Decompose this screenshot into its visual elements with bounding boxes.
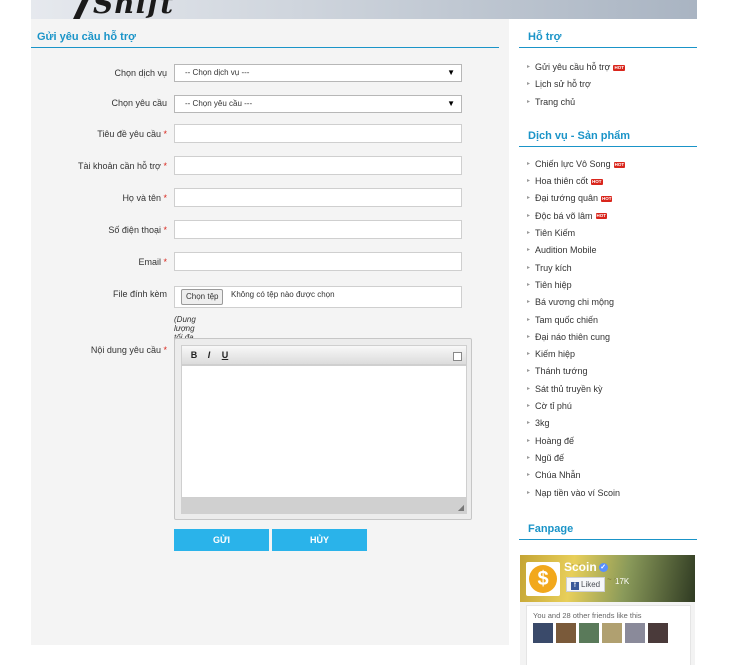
product-item[interactable]: Chiến lực Vô SongHOT — [527, 156, 697, 173]
file-input[interactable]: Chọn tệp Không có tệp nào được chọn — [174, 286, 462, 308]
friend-avatar[interactable] — [625, 623, 645, 643]
fb-friends-panel: You and 28 other friends like this — [526, 605, 691, 665]
content-label: Nội dung yêu cầu * — [90, 345, 167, 355]
fullname-label: Họ và tên * — [122, 193, 167, 203]
product-item[interactable]: Truy kích — [527, 260, 697, 277]
fb-like-count: 17K — [615, 577, 630, 586]
header-banner: Shift — [31, 0, 697, 19]
editor-footer: ◢ — [181, 498, 467, 514]
fb-page-name[interactable]: Scoin ✓ — [564, 560, 608, 574]
product-item[interactable]: Hoa thiên cốtHOT — [527, 173, 697, 190]
hot-badge: HOT — [591, 178, 603, 185]
facebook-page-widget[interactable]: ~ ~ ~ ~ ~ ~ $ Scoin ✓ f Liked 17K You and … — [520, 555, 695, 665]
products-section-title: Dịch vụ - Sản phẩm — [519, 118, 697, 147]
product-item[interactable]: Chúa Nhẫn — [527, 467, 697, 484]
banner-graphic — [71, 0, 91, 19]
fanpage-section-title: Fanpage — [519, 511, 697, 540]
email-label: Email * — [138, 257, 167, 267]
product-item[interactable]: 3kg — [527, 415, 697, 432]
sidebar: Hỗ trợ Gửi yêu cầu hỗ trợHOT Lịch sử hỗ … — [519, 19, 697, 665]
fb-friends-text: You and 28 other friends like this — [533, 611, 642, 620]
service-select-value: -- Chọn dịch vụ --- — [185, 68, 250, 77]
file-status: Không có tệp nào được chọn — [231, 290, 335, 299]
hot-badge: HOT — [595, 213, 608, 220]
sidebar-item-home[interactable]: Trang chủ — [527, 94, 697, 111]
bold-button[interactable]: B — [188, 349, 200, 361]
chevron-down-icon: ▼ — [447, 68, 455, 77]
verified-check-icon: ✓ — [598, 563, 608, 573]
fb-page-avatar[interactable]: $ — [526, 562, 560, 596]
product-item[interactable]: Thánh tướng — [527, 363, 697, 380]
product-item[interactable]: Kiếm hiệp — [527, 346, 697, 363]
subject-label: Tiêu đề yêu cầu * — [97, 129, 167, 139]
choose-file-button[interactable]: Chọn tệp — [181, 289, 224, 305]
request-label: Chọn yêu cầu — [111, 98, 167, 108]
subject-input[interactable] — [174, 124, 462, 143]
content-textarea[interactable] — [181, 365, 467, 498]
product-item[interactable]: Bá vương chi mộng — [527, 294, 697, 311]
product-item[interactable]: Hoàng đế — [527, 433, 697, 450]
account-input[interactable] — [174, 156, 462, 175]
fullname-input[interactable] — [174, 188, 462, 207]
friend-avatar[interactable] — [556, 623, 576, 643]
service-label: Chọn dịch vụ — [114, 68, 167, 78]
request-select-value: -- Chọn yêu cầu --- — [185, 99, 253, 108]
facebook-icon: f — [571, 582, 579, 590]
cancel-button[interactable]: HỦY — [272, 529, 367, 551]
submit-button[interactable]: GỬI — [174, 529, 269, 551]
friend-avatar[interactable] — [579, 623, 599, 643]
hot-badge: HOT — [600, 196, 613, 203]
support-menu: Gửi yêu cầu hỗ trợHOT Lịch sử hỗ trợ Tra… — [519, 59, 697, 111]
form-title: Gửi yêu cầu hỗ trợ — [31, 19, 499, 48]
attachment-label: File đính kèm — [112, 289, 167, 299]
email-input[interactable] — [174, 252, 462, 271]
product-item[interactable]: Đại náo thiên cung — [527, 329, 697, 346]
fb-liked-button[interactable]: f Liked — [566, 577, 606, 592]
friend-avatar[interactable] — [602, 623, 622, 643]
product-item[interactable]: Sát thủ truyền kỳ — [527, 381, 697, 398]
request-select[interactable]: -- Chọn yêu cầu --- ▼ — [174, 95, 462, 113]
product-item[interactable]: Tiên Kiếm — [527, 225, 697, 242]
italic-button[interactable]: I — [203, 349, 215, 361]
friend-avatar[interactable] — [648, 623, 668, 643]
service-select[interactable]: -- Chọn dịch vụ --- ▼ — [174, 64, 462, 82]
support-form-panel: Gửi yêu cầu hỗ trợ Chọn dịch vụ -- Chọn … — [31, 19, 509, 645]
product-item[interactable]: Tiên hiệp — [527, 277, 697, 294]
underline-button[interactable]: U — [219, 349, 231, 361]
resize-grip-icon[interactable]: ◢ — [458, 503, 464, 512]
products-menu: Chiến lực Vô SongHOT Hoa thiên cốtHOT Đạ… — [519, 156, 697, 502]
product-item[interactable]: Tam quốc chiến — [527, 312, 697, 329]
product-item[interactable]: Nạp tiền vào ví Scoin — [527, 485, 697, 502]
product-item[interactable]: Đại tướng quânHOT — [527, 190, 697, 208]
dollar-coin-icon: $ — [529, 565, 557, 593]
friend-avatar[interactable] — [533, 623, 553, 643]
hot-badge: HOT — [613, 161, 626, 168]
chevron-down-icon: ▼ — [447, 99, 455, 108]
sidebar-item-send-request[interactable]: Gửi yêu cầu hỗ trợHOT — [527, 59, 697, 76]
product-item[interactable]: Cờ tỉ phú — [527, 398, 697, 415]
banner-graphic-text: Shift — [93, 0, 175, 19]
product-item[interactable]: Ngũ đế — [527, 450, 697, 467]
hot-badge: HOT — [613, 64, 625, 71]
rich-text-editor: B I U ◢ — [174, 338, 472, 520]
editor-toolbar: B I U — [181, 345, 467, 365]
phone-input[interactable] — [174, 220, 462, 239]
product-item[interactable]: Audition Mobile — [527, 242, 697, 259]
phone-label: Số điện thoại * — [108, 225, 167, 235]
support-section-title: Hỗ trợ — [519, 19, 697, 48]
account-label: Tài khoản cần hỗ trợ * — [78, 161, 167, 171]
sidebar-item-history[interactable]: Lịch sử hỗ trợ — [527, 76, 697, 93]
product-item[interactable]: Độc bá võ lâmHOT — [527, 208, 697, 225]
maximize-icon[interactable] — [453, 352, 462, 361]
